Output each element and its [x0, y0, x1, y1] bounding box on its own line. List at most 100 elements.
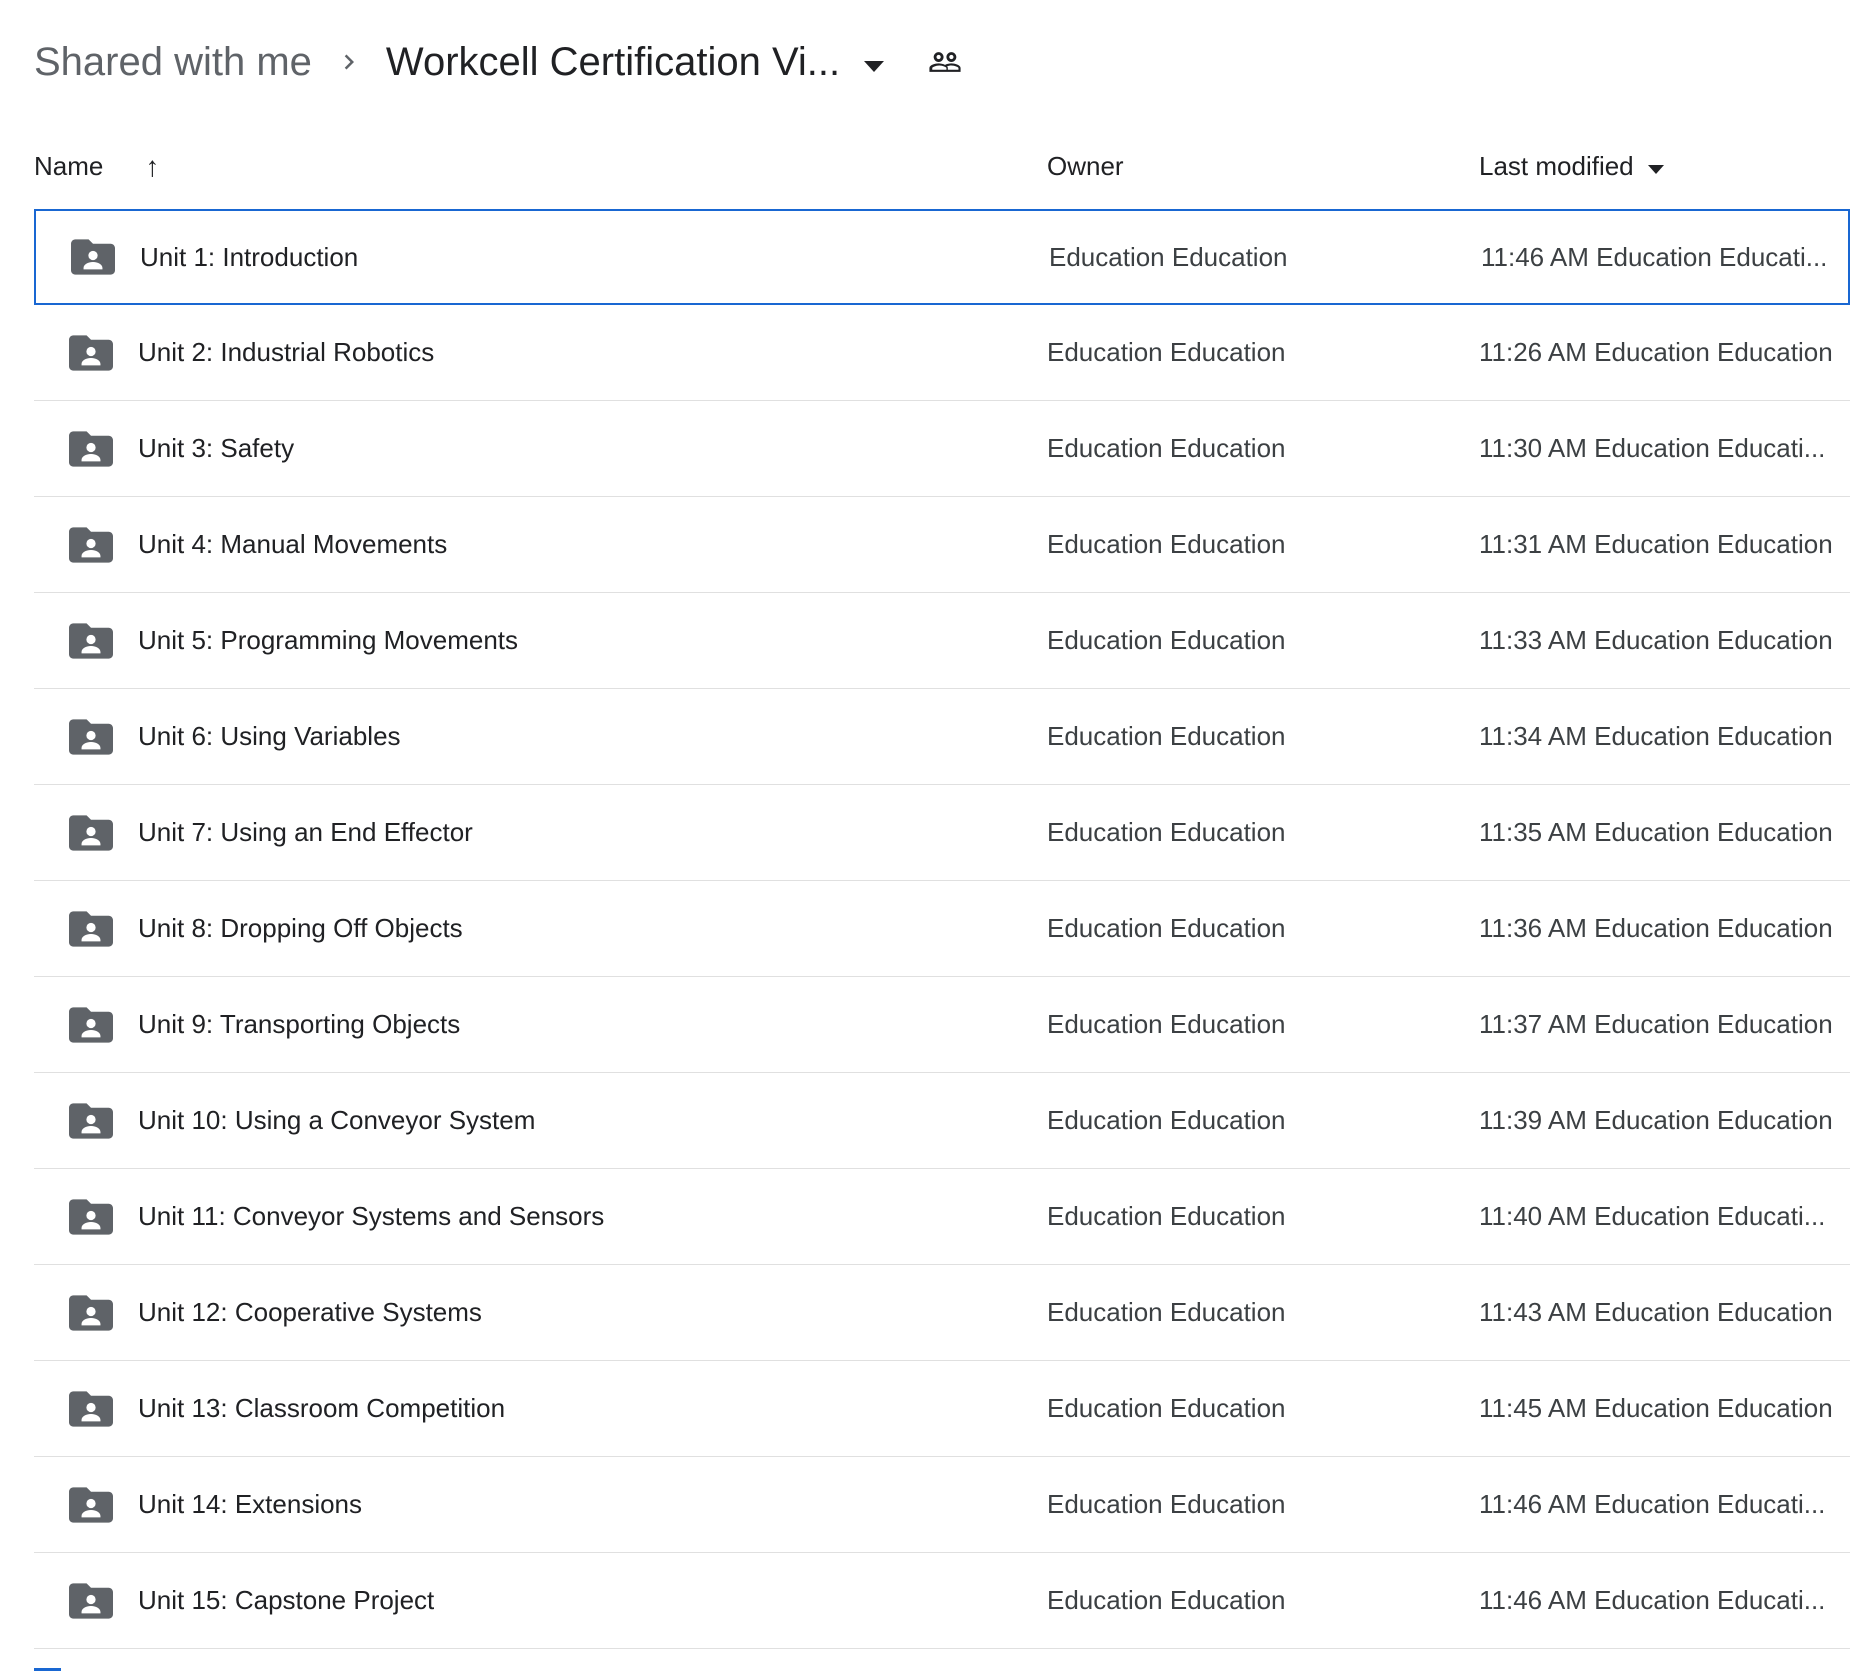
shared-folder-icon — [69, 1487, 113, 1523]
table-row[interactable]: Unit 1: Introduction Education Education… — [34, 209, 1850, 305]
folder-last-modified: 11:34 AM Education Education — [1479, 721, 1850, 752]
drive-file-browser: Shared with me Workcell Certification Vi… — [0, 0, 1876, 1649]
table-row[interactable]: Unit 12: Cooperative Systems Education E… — [34, 1265, 1850, 1361]
table-row[interactable]: Unit 9: Transporting Objects Education E… — [34, 977, 1850, 1073]
table-row[interactable]: Unit 13: Classroom Competition Education… — [34, 1361, 1850, 1457]
breadcrumb: Shared with me Workcell Certification Vi… — [0, 0, 1876, 124]
table-row[interactable]: Unit 8: Dropping Off Objects Education E… — [34, 881, 1850, 977]
folder-menu-caret-icon[interactable] — [864, 61, 884, 72]
folder-owner: Education Education — [1047, 1105, 1479, 1136]
folder-owner: Education Education — [1047, 721, 1479, 752]
name-column-label: Name — [34, 151, 103, 182]
shared-folder-icon — [69, 1295, 113, 1331]
shared-folder-icon — [69, 527, 113, 563]
name-cell: Unit 8: Dropping Off Objects — [34, 911, 1047, 947]
name-cell: Unit 7: Using an End Effector — [34, 815, 1047, 851]
sort-ascending-arrow-icon: ↑ — [145, 151, 159, 183]
folder-name: Unit 15: Capstone Project — [138, 1585, 434, 1616]
folder-last-modified: 11:43 AM Education Education — [1479, 1297, 1850, 1328]
table-row[interactable]: Unit 7: Using an End Effector Education … — [34, 785, 1850, 881]
name-cell: Unit 15: Capstone Project — [34, 1583, 1047, 1619]
table-row[interactable]: Unit 14: Extensions Education Education … — [34, 1457, 1850, 1553]
name-cell: Unit 10: Using a Conveyor System — [34, 1103, 1047, 1139]
folder-last-modified: 11:45 AM Education Education — [1479, 1393, 1850, 1424]
name-cell: Unit 6: Using Variables — [34, 719, 1047, 755]
folder-last-modified: 11:46 AM Education Educati... — [1481, 242, 1848, 273]
folder-name: Unit 13: Classroom Competition — [138, 1393, 505, 1424]
folder-name: Unit 5: Programming Movements — [138, 625, 518, 656]
folder-last-modified: 11:31 AM Education Education — [1479, 529, 1850, 560]
folder-owner: Education Education — [1047, 433, 1479, 464]
shared-folder-icon — [69, 623, 113, 659]
last-modified-column-label: Last modified — [1479, 151, 1634, 182]
shared-folder-icon — [69, 911, 113, 947]
folder-name: Unit 11: Conveyor Systems and Sensors — [138, 1201, 604, 1232]
folder-owner: Education Education — [1047, 1393, 1479, 1424]
folder-last-modified: 11:33 AM Education Education — [1479, 625, 1850, 656]
folder-owner: Education Education — [1047, 1009, 1479, 1040]
table-row[interactable]: Unit 10: Using a Conveyor System Educati… — [34, 1073, 1850, 1169]
table-row[interactable]: Unit 3: Safety Education Education 11:30… — [34, 401, 1850, 497]
shared-folder-icon — [69, 335, 113, 371]
folder-name: Unit 9: Transporting Objects — [138, 1009, 460, 1040]
column-header-owner[interactable]: Owner — [1047, 151, 1479, 182]
shared-folder-icon — [69, 431, 113, 467]
folder-name: Unit 6: Using Variables — [138, 721, 401, 752]
name-cell: Unit 4: Manual Movements — [34, 527, 1047, 563]
folder-name: Unit 10: Using a Conveyor System — [138, 1105, 535, 1136]
folder-last-modified: 11:26 AM Education Education — [1479, 337, 1850, 368]
table-row[interactable]: Unit 5: Programming Movements Education … — [34, 593, 1850, 689]
shared-folder-icon — [69, 1199, 113, 1235]
table-row[interactable]: Unit 11: Conveyor Systems and Sensors Ed… — [34, 1169, 1850, 1265]
column-header-name[interactable]: Name ↑ — [34, 151, 1047, 183]
folder-owner: Education Education — [1047, 1201, 1479, 1232]
folder-last-modified: 11:40 AM Education Educati... — [1479, 1201, 1850, 1232]
folder-name: Unit 14: Extensions — [138, 1489, 362, 1520]
shared-people-icon — [928, 45, 962, 79]
folder-last-modified: 11:39 AM Education Education — [1479, 1105, 1850, 1136]
shared-folder-icon — [69, 1583, 113, 1619]
file-list: Unit 1: Introduction Education Education… — [34, 209, 1850, 1649]
folder-owner: Education Education — [1049, 242, 1481, 273]
folder-last-modified: 11:36 AM Education Education — [1479, 913, 1850, 944]
table-row[interactable]: Unit 6: Using Variables Education Educat… — [34, 689, 1850, 785]
name-cell: Unit 14: Extensions — [34, 1487, 1047, 1523]
folder-last-modified: 11:35 AM Education Education — [1479, 817, 1850, 848]
folder-last-modified: 11:46 AM Education Educati... — [1479, 1489, 1850, 1520]
name-cell: Unit 13: Classroom Competition — [34, 1391, 1047, 1427]
folder-name: Unit 8: Dropping Off Objects — [138, 913, 463, 944]
table-header: Name ↑ Owner Last modified — [0, 124, 1876, 209]
name-cell: Unit 5: Programming Movements — [34, 623, 1047, 659]
partial-focus-indicator — [34, 1668, 61, 1671]
folder-owner: Education Education — [1047, 625, 1479, 656]
shared-folder-icon — [69, 1391, 113, 1427]
name-cell: Unit 2: Industrial Robotics — [34, 335, 1047, 371]
shared-folder-icon — [69, 1007, 113, 1043]
breadcrumb-shared-with-me[interactable]: Shared with me — [34, 38, 312, 86]
shared-folder-icon — [69, 719, 113, 755]
folder-owner: Education Education — [1047, 1489, 1479, 1520]
shared-folder-icon — [69, 1103, 113, 1139]
folder-name: Unit 12: Cooperative Systems — [138, 1297, 482, 1328]
folder-owner: Education Education — [1047, 529, 1479, 560]
folder-last-modified: 11:46 AM Education Educati... — [1479, 1585, 1850, 1616]
table-row[interactable]: Unit 2: Industrial Robotics Education Ed… — [34, 305, 1850, 401]
table-row[interactable]: Unit 15: Capstone Project Education Educ… — [34, 1553, 1850, 1649]
chevron-right-icon — [334, 47, 364, 77]
breadcrumb-current-folder[interactable]: Workcell Certification Vi... — [386, 38, 840, 86]
name-cell: Unit 1: Introduction — [36, 239, 1049, 275]
folder-name: Unit 4: Manual Movements — [138, 529, 447, 560]
folder-owner: Education Education — [1047, 1297, 1479, 1328]
folder-name: Unit 7: Using an End Effector — [138, 817, 473, 848]
folder-last-modified: 11:30 AM Education Educati... — [1479, 433, 1850, 464]
folder-last-modified: 11:37 AM Education Education — [1479, 1009, 1850, 1040]
name-cell: Unit 11: Conveyor Systems and Sensors — [34, 1199, 1047, 1235]
table-row[interactable]: Unit 4: Manual Movements Education Educa… — [34, 497, 1850, 593]
name-cell: Unit 9: Transporting Objects — [34, 1007, 1047, 1043]
folder-name: Unit 3: Safety — [138, 433, 294, 464]
column-header-last-modified[interactable]: Last modified — [1479, 151, 1876, 182]
folder-owner: Education Education — [1047, 337, 1479, 368]
folder-name: Unit 1: Introduction — [140, 242, 358, 273]
sort-descending-caret-icon — [1648, 165, 1664, 174]
folder-owner: Education Education — [1047, 817, 1479, 848]
